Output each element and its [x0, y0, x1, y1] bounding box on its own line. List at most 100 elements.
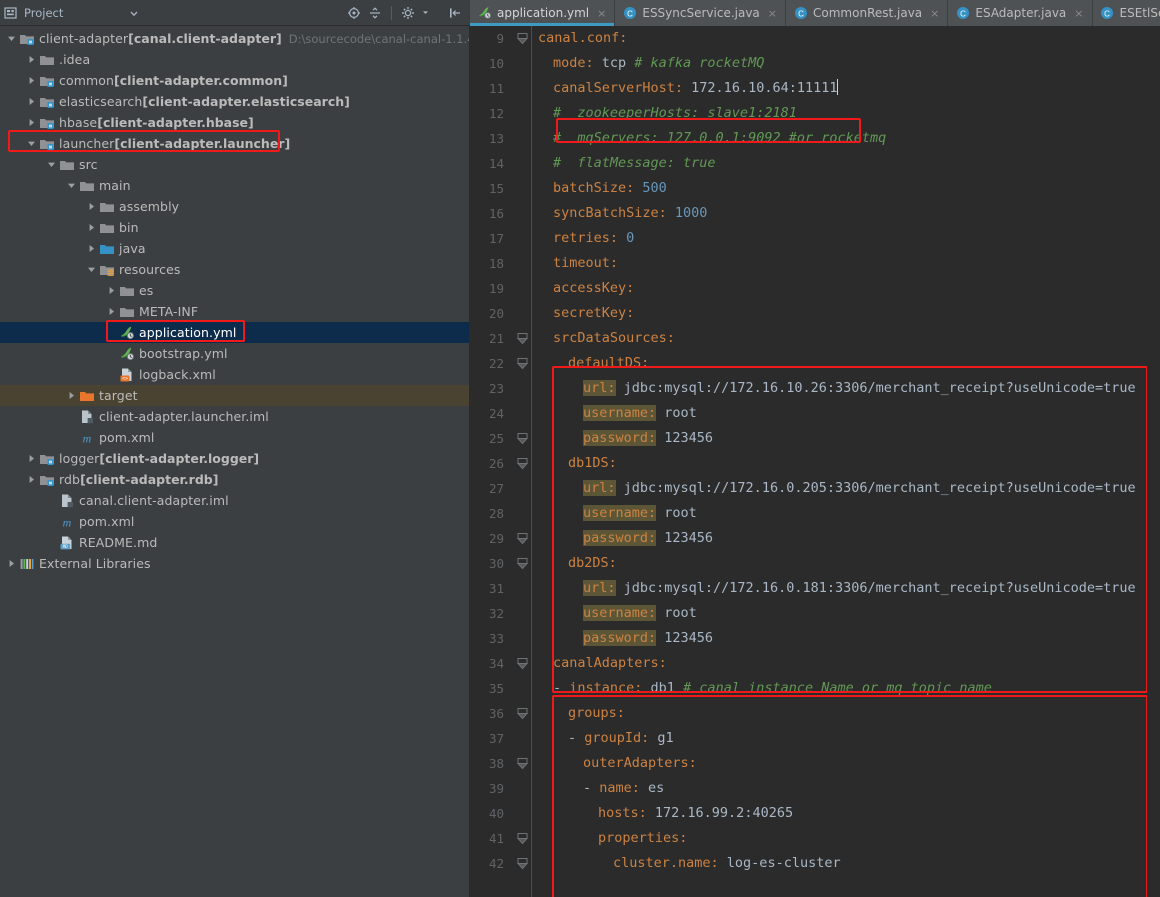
expand-arrow-right-icon[interactable]: [66, 390, 77, 401]
close-icon[interactable]: ×: [930, 7, 939, 20]
code-line[interactable]: 15 batchSize: 500: [470, 176, 1160, 201]
code-line[interactable]: 30 db2DS:: [470, 551, 1160, 576]
code-line[interactable]: 24 username: root: [470, 401, 1160, 426]
code-line[interactable]: 39 - name: es: [470, 776, 1160, 801]
tree-row-src[interactable]: src: [0, 154, 469, 175]
code-line[interactable]: 26 db1DS:: [470, 451, 1160, 476]
code-editor[interactable]: 9 canal.conf: 10 mode: tcp # kafka rocketMQ…: [470, 26, 1160, 897]
project-panel-title-group[interactable]: Project: [4, 6, 63, 20]
tree-row-target[interactable]: target: [0, 385, 469, 406]
code-line[interactable]: 14 # flatMessage: true: [470, 151, 1160, 176]
code-line[interactable]: 17 retries: 0: [470, 226, 1160, 251]
tree-row-assembly[interactable]: assembly: [0, 196, 469, 217]
scroll-from-source-icon[interactable]: [347, 6, 361, 20]
tree-row-launcher[interactable]: launcher [client-adapter.launcher]: [0, 133, 469, 154]
code-line[interactable]: 36 groups:: [470, 701, 1160, 726]
code-line[interactable]: 21 srcDataSources:: [470, 326, 1160, 351]
chevron-down-icon[interactable]: [129, 8, 139, 18]
fold-collapse-icon[interactable]: [512, 357, 532, 370]
expand-arrow-right-icon[interactable]: [26, 453, 37, 464]
code-line[interactable]: 19 accessKey:: [470, 276, 1160, 301]
tree-row-meta-inf[interactable]: META-INF: [0, 301, 469, 322]
fold-collapse-icon[interactable]: [512, 432, 532, 445]
tree-row-rdb[interactable]: rdb [client-adapter.rdb]: [0, 469, 469, 490]
code-line[interactable]: 16 syncBatchSize: 1000: [470, 201, 1160, 226]
close-icon[interactable]: ×: [768, 7, 777, 20]
code-line[interactable]: 33 password: 123456: [470, 626, 1160, 651]
code-line[interactable]: 37 - groupId: g1: [470, 726, 1160, 751]
tree-row-pom.xml[interactable]: m pom.xml: [0, 427, 469, 448]
tree-row-bootstrap.yml[interactable]: bootstrap.yml: [0, 343, 469, 364]
expand-arrow-right-icon[interactable]: [86, 243, 97, 254]
expand-arrow-right-icon[interactable]: [26, 474, 37, 485]
code-line[interactable]: 29 password: 123456: [470, 526, 1160, 551]
tree-row-elasticsearch[interactable]: elasticsearch [client-adapter.elasticsea…: [0, 91, 469, 112]
code-line[interactable]: 12 # zookeeperHosts: slave1:2181: [470, 101, 1160, 126]
tree-row-.idea[interactable]: .idea: [0, 49, 469, 70]
expand-arrow-right-icon[interactable]: [106, 285, 117, 296]
fold-collapse-icon[interactable]: [512, 32, 532, 45]
expand-arrow-right-icon[interactable]: [86, 201, 97, 212]
tree-row-main[interactable]: main: [0, 175, 469, 196]
code-line[interactable]: 27 url: jdbc:mysql://172.16.0.205:3306/me…: [470, 476, 1160, 501]
editor-tab-esadapter-java[interactable]: C ESAdapter.java ×: [948, 0, 1093, 26]
code-line[interactable]: 20 secretKey:: [470, 301, 1160, 326]
code-line[interactable]: 41 properties:: [470, 826, 1160, 851]
fold-collapse-icon[interactable]: [512, 832, 532, 845]
tree-row-common[interactable]: common [client-adapter.common]: [0, 70, 469, 91]
code-line[interactable]: 32 username: root: [470, 601, 1160, 626]
expand-arrow-down-icon[interactable]: [86, 264, 97, 275]
collapse-all-icon[interactable]: [368, 6, 382, 20]
editor-tab-commonrest-java[interactable]: C CommonRest.java ×: [786, 0, 949, 26]
code-content[interactable]: 9 canal.conf: 10 mode: tcp # kafka rocketMQ…: [470, 26, 1160, 897]
expand-arrow-down-icon[interactable]: [6, 33, 17, 44]
tree-row-client-adapter[interactable]: client-adapter [canal.client-adapter] D:\…: [0, 28, 469, 49]
code-line[interactable]: 23 url: jdbc:mysql://172.16.10.26:3306/me…: [470, 376, 1160, 401]
editor-scrollbar[interactable]: [1147, 26, 1160, 897]
expand-arrow-down-icon[interactable]: [26, 138, 37, 149]
tree-row-readme.md[interactable]: MD README.md: [0, 532, 469, 553]
hide-panel-icon[interactable]: [448, 6, 462, 20]
tree-row-java[interactable]: java: [0, 238, 469, 259]
expand-arrow-right-icon[interactable]: [106, 306, 117, 317]
close-icon[interactable]: ×: [597, 7, 606, 20]
code-line[interactable]: 34 canalAdapters:: [470, 651, 1160, 676]
code-line[interactable]: 38 outerAdapters:: [470, 751, 1160, 776]
code-line[interactable]: 28 username: root: [470, 501, 1160, 526]
fold-collapse-icon[interactable]: [512, 332, 532, 345]
expand-arrow-down-icon[interactable]: [66, 180, 77, 191]
code-line[interactable]: 35 - instance: db1 # canal instance Name …: [470, 676, 1160, 701]
fold-collapse-icon[interactable]: [512, 707, 532, 720]
editor-tab-application-yml[interactable]: application.yml ×: [470, 0, 616, 26]
code-line[interactable]: 22 defaultDS:: [470, 351, 1160, 376]
editor-tab-esetlservice-ja[interactable]: C ESEtlService.ja: [1092, 0, 1160, 26]
code-line[interactable]: 10 mode: tcp # kafka rocketMQ: [470, 51, 1160, 76]
code-line[interactable]: 9 canal.conf:: [470, 26, 1160, 51]
gear-chevron-down-icon[interactable]: [422, 9, 429, 16]
close-icon[interactable]: ×: [1074, 7, 1083, 20]
fold-collapse-icon[interactable]: [512, 557, 532, 570]
fold-collapse-icon[interactable]: [512, 457, 532, 470]
project-tree[interactable]: client-adapter [canal.client-adapter] D:\…: [0, 26, 470, 897]
fold-collapse-icon[interactable]: [512, 532, 532, 545]
code-line[interactable]: 31 url: jdbc:mysql://172.16.0.181:3306/me…: [470, 576, 1160, 601]
expand-arrow-right-icon[interactable]: [86, 222, 97, 233]
code-line[interactable]: 18 timeout:: [470, 251, 1160, 276]
code-line[interactable]: 40 hosts: 172.16.99.2:40265: [470, 801, 1160, 826]
expand-arrow-right-icon[interactable]: [26, 117, 37, 128]
tree-row-logger[interactable]: logger [client-adapter.logger]: [0, 448, 469, 469]
fold-collapse-icon[interactable]: [512, 657, 532, 670]
tree-row-canal.client-adapter.iml[interactable]: canal.client-adapter.iml: [0, 490, 469, 511]
tree-row-bin[interactable]: bin: [0, 217, 469, 238]
tree-row-resources[interactable]: resources: [0, 259, 469, 280]
gear-icon[interactable]: [401, 6, 415, 20]
code-line[interactable]: 42 cluster.name: log-es-cluster: [470, 851, 1160, 876]
code-line[interactable]: 13 # mqServers: 127.0.0.1:9092 #or rocket…: [470, 126, 1160, 151]
expand-arrow-right-icon[interactable]: [26, 96, 37, 107]
tree-row-es[interactable]: es: [0, 280, 469, 301]
expand-arrow-down-icon[interactable]: [46, 159, 57, 170]
code-line[interactable]: 11 canalServerHost: 172.16.10.64:11111: [470, 76, 1160, 101]
tree-row-client-adapter.launcher.iml[interactable]: client-adapter.launcher.iml: [0, 406, 469, 427]
tree-row-external-libraries[interactable]: External Libraries: [0, 553, 469, 574]
expand-arrow-right-icon[interactable]: [26, 75, 37, 86]
